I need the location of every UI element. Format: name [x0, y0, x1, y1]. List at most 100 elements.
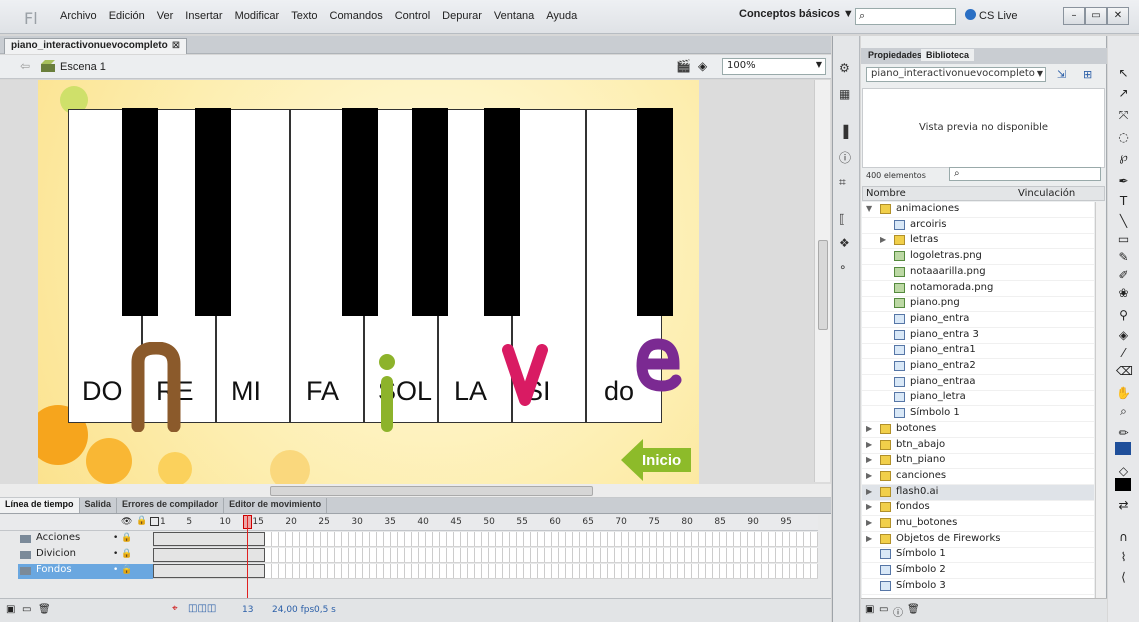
- library-item[interactable]: piano_letra: [862, 390, 1094, 407]
- center-frame-icon[interactable]: ⌖: [172, 603, 178, 614]
- eye-icon[interactable]: 👁: [121, 517, 132, 527]
- scene-label[interactable]: Escena 1: [60, 61, 106, 73]
- align-panel-icon[interactable]: ▐: [839, 125, 853, 139]
- library-item[interactable]: ▶ canciones: [862, 469, 1094, 485]
- collapsed-arrow-icon[interactable]: ▶: [866, 518, 872, 527]
- library-item[interactable]: notamorada.png: [862, 281, 1094, 297]
- menu-ayuda[interactable]: Ayuda: [540, 10, 583, 22]
- bone-tool-icon[interactable]: ⚲: [1116, 308, 1131, 323]
- components-icon[interactable]: ❖: [839, 236, 853, 250]
- library-item[interactable]: notaaarilla.png: [862, 265, 1094, 281]
- collapsed-arrow-icon[interactable]: ▶: [866, 455, 872, 464]
- subselection-tool-icon[interactable]: ↗: [1116, 86, 1131, 101]
- inicio-button[interactable]: Inicio: [642, 452, 681, 469]
- scroll-thumb[interactable]: [270, 486, 593, 496]
- frame-row[interactable]: [153, 548, 818, 563]
- library-scrollbar[interactable]: [1095, 202, 1105, 600]
- delete-icon[interactable]: 🗑: [907, 604, 920, 615]
- menu-modificar[interactable]: Modificar: [229, 10, 286, 22]
- piano-black-key[interactable]: [342, 108, 378, 316]
- menu-comandos[interactable]: Comandos: [324, 10, 389, 22]
- expanded-arrow-icon[interactable]: ▼: [866, 204, 872, 213]
- deco-tool-icon[interactable]: ❀: [1116, 286, 1131, 301]
- pen-tool-icon[interactable]: ✒: [1116, 174, 1131, 189]
- column-linkage[interactable]: Vinculación: [1018, 188, 1075, 199]
- collapsed-arrow-icon[interactable]: ▶: [866, 424, 872, 433]
- layer-toggles[interactable]: • 🔒: [113, 565, 132, 575]
- library-item[interactable]: piano_entra1: [862, 343, 1094, 360]
- library-item[interactable]: ▶ flash0.ai: [862, 484, 1094, 501]
- edit-scene-icon[interactable]: 🎬: [676, 59, 691, 73]
- line-tool-icon[interactable]: ╲: [1116, 214, 1131, 229]
- library-document-select[interactable]: piano_interactivonuevocompleto ▼: [866, 67, 1046, 82]
- library-item[interactable]: ▶ letras: [862, 233, 1094, 250]
- 3d-rotation-tool-icon[interactable]: ◌: [1116, 130, 1131, 145]
- new-layer-icon[interactable]: ▣: [6, 604, 15, 615]
- brush-tool-icon[interactable]: ✐: [1116, 268, 1131, 283]
- motion-presets-icon[interactable]: ∘: [839, 260, 853, 274]
- library-item[interactable]: ▶ Objetos de Fireworks: [862, 532, 1094, 548]
- back-arrow-icon[interactable]: ⇦: [20, 59, 30, 73]
- snap-icon[interactable]: ∩: [1116, 530, 1131, 545]
- edit-symbol-icon[interactable]: ◈: [698, 59, 707, 73]
- close-button[interactable]: ✕: [1107, 7, 1129, 25]
- stroke-color-icon[interactable]: ✏: [1116, 426, 1131, 441]
- onion-skin-icon[interactable]: ◫◫◫: [188, 603, 216, 614]
- keyframe-span[interactable]: [153, 532, 265, 546]
- swap-colors-icon[interactable]: ⇄: [1116, 498, 1131, 513]
- stage-horizontal-scrollbar[interactable]: [0, 484, 831, 498]
- keyframe-span[interactable]: [153, 564, 265, 578]
- info-icon[interactable]: ⓘ: [839, 149, 853, 165]
- library-item[interactable]: Símbolo 1: [862, 547, 1094, 564]
- piano-black-key[interactable]: [412, 108, 448, 316]
- menu-insertar[interactable]: Insertar: [179, 10, 228, 22]
- help-search-input[interactable]: ⌕: [855, 8, 956, 25]
- pin-icon[interactable]: ⇲: [1057, 68, 1066, 81]
- timeline-layer[interactable]: Fondos • 🔒: [18, 564, 163, 579]
- selection-tool-icon[interactable]: ↖: [1116, 66, 1131, 81]
- zoom-tool-icon[interactable]: ⌕: [1116, 404, 1131, 419]
- library-item[interactable]: piano.png: [862, 296, 1094, 313]
- library-item[interactable]: ▶ fondos: [862, 500, 1094, 517]
- tab-timeline[interactable]: Línea de tiempo: [0, 498, 80, 513]
- library-item[interactable]: ▼ animaciones: [862, 202, 1094, 218]
- align-icon[interactable]: ⚙: [839, 61, 853, 75]
- menu-texto[interactable]: Texto: [285, 10, 323, 22]
- library-item[interactable]: Símbolo 1: [862, 406, 1094, 423]
- collapsed-arrow-icon[interactable]: ▶: [866, 534, 872, 543]
- frame-row[interactable]: [153, 564, 818, 579]
- stroke-color-swatch[interactable]: [1115, 442, 1131, 455]
- properties-icon[interactable]: ⓘ: [893, 604, 903, 619]
- timeline-layer[interactable]: Acciones • 🔒: [18, 532, 163, 547]
- frame-row[interactable]: [153, 532, 818, 547]
- collapsed-arrow-icon[interactable]: ▶: [866, 487, 872, 496]
- rectangle-tool-icon[interactable]: ▭: [1116, 232, 1131, 247]
- eraser-tool-icon[interactable]: ⌫: [1116, 364, 1133, 379]
- tab-motion-editor[interactable]: Editor de movimiento: [224, 498, 328, 513]
- tab-output[interactable]: Salida: [80, 498, 118, 513]
- collapsed-arrow-icon[interactable]: ▶: [866, 471, 872, 480]
- lock-icon[interactable]: 🔒: [136, 516, 147, 526]
- lasso-tool-icon[interactable]: ℘: [1116, 150, 1131, 165]
- library-item[interactable]: piano_entra: [862, 312, 1094, 328]
- collapsed-arrow-icon[interactable]: ▶: [866, 440, 872, 449]
- layer-toggles[interactable]: • 🔒: [113, 549, 132, 559]
- workspace-switcher[interactable]: Conceptos básicos ▼: [739, 8, 854, 20]
- code-snippets-icon[interactable]: ⟦: [839, 212, 853, 226]
- library-search-input[interactable]: ⌕: [949, 167, 1101, 181]
- tab-compiler-errors[interactable]: Errores de compilador: [117, 498, 225, 513]
- piano-black-key[interactable]: [195, 108, 231, 316]
- library-item[interactable]: Símbolo 2: [862, 563, 1094, 580]
- collapsed-arrow-icon[interactable]: ▶: [866, 502, 872, 511]
- library-item[interactable]: piano_entra2: [862, 359, 1094, 375]
- scroll-thumb[interactable]: [818, 240, 828, 330]
- eyedropper-tool-icon[interactable]: ⁄: [1116, 346, 1131, 361]
- delete-icon[interactable]: 🗑: [38, 604, 51, 615]
- outline-icon[interactable]: [150, 517, 159, 526]
- library-item[interactable]: logoletras.png: [862, 249, 1094, 266]
- minimize-button[interactable]: –: [1063, 7, 1085, 25]
- document-tab[interactable]: piano_interactivonuevocompleto ⊠: [4, 38, 188, 54]
- hand-tool-icon[interactable]: ✋: [1116, 386, 1131, 401]
- tab-library[interactable]: Biblioteca: [921, 49, 975, 61]
- menu-ver[interactable]: Ver: [151, 10, 180, 22]
